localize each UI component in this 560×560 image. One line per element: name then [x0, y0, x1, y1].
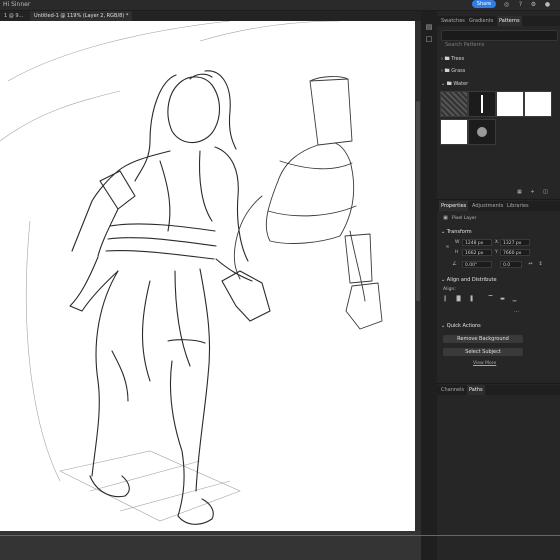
align-top-icon[interactable]: ▔: [487, 296, 494, 303]
app-top-bar: Hi Sinner Share ◎ ? ⚙ ●: [0, 0, 560, 11]
align-middle-icon[interactable]: ▬: [499, 296, 506, 303]
group-label-water: Water: [453, 81, 469, 87]
comments-icon[interactable]: □: [425, 35, 433, 43]
properties-panel-tabs: Properties Adjustments Libraries: [437, 201, 560, 211]
pattern-group-trees[interactable]: › 🖿 Trees: [441, 54, 464, 64]
y-field[interactable]: 7660 px: [500, 249, 530, 256]
layers-icon[interactable]: ▤: [425, 23, 433, 31]
add-icon[interactable]: +: [529, 189, 536, 196]
patterns-search-input[interactable]: Search Patterns: [441, 30, 558, 48]
bell-icon[interactable]: ◎: [503, 1, 510, 8]
flip-horizontal-icon[interactable]: ↔: [527, 261, 534, 268]
pattern-thumbnail-texture[interactable]: [440, 91, 468, 117]
remove-background-button[interactable]: Remove Background: [443, 335, 523, 343]
link-icon[interactable]: ∞: [444, 244, 451, 251]
width-field[interactable]: 1248 px: [462, 239, 492, 246]
tab-previous-document[interactable]: 1 @ 9...: [0, 11, 27, 21]
tab-swatches[interactable]: Swatches: [439, 16, 467, 26]
angle-field[interactable]: 0.00°: [462, 261, 492, 268]
sketch-drawing: [0, 21, 383, 525]
width-label: W: [455, 240, 460, 245]
angle-icon: ∠: [452, 261, 457, 267]
align-right-icon[interactable]: ▐: [467, 296, 474, 303]
pattern-thumbnail-white-3[interactable]: [440, 119, 468, 145]
chevron-right-icon: › 🖿: [441, 56, 452, 62]
tab-active-document[interactable]: Untitled-1 @ 119% (Layer 2, RGB/8) *: [30, 11, 133, 21]
panel-divider-bottom: [437, 383, 560, 384]
align-left-icon[interactable]: ▎: [443, 296, 450, 303]
select-subject-button[interactable]: Select Subject: [443, 348, 523, 356]
tab-paths[interactable]: Paths: [467, 385, 485, 395]
angle-secondary-field[interactable]: 0.0: [500, 261, 522, 268]
align-section-title[interactable]: ⌄ Align and Distribute: [441, 277, 497, 283]
align-label: Align:: [443, 287, 456, 292]
pattern-thumbnail-line[interactable]: [468, 91, 496, 117]
view-more-link[interactable]: View More: [473, 361, 496, 366]
y-label: Y: [495, 250, 498, 255]
more-options-icon[interactable]: …: [513, 308, 520, 315]
patterns-panel-tabs: Swatches Gradients Patterns: [437, 16, 560, 26]
transform-section-title[interactable]: ⌄ Transform: [441, 229, 472, 235]
scrollbar-thumb[interactable]: [416, 101, 420, 301]
pattern-group-grass[interactable]: › 🖿 Grass: [441, 66, 465, 76]
height-label: H: [455, 250, 459, 255]
x-field[interactable]: 1327 px: [500, 239, 530, 246]
tab-channels[interactable]: Channels: [439, 385, 466, 395]
tab-patterns[interactable]: Patterns: [497, 16, 522, 26]
settings-icon[interactable]: ⚙: [530, 1, 537, 8]
right-panel: Swatches Gradients Patterns Search Patte…: [437, 11, 560, 560]
align-title-text: Align and Distribute: [446, 277, 497, 283]
pattern-thumbnail-white-2[interactable]: [524, 91, 552, 117]
chevron-down-icon: ⌄ 🖿: [441, 81, 454, 87]
tab-gradients[interactable]: Gradients: [467, 16, 495, 26]
share-button[interactable]: Share: [472, 0, 496, 8]
document-tab-strip: 1 @ 9... Untitled-1 @ 119% (Layer 2, RGB…: [0, 11, 421, 21]
patterns-search-placeholder: Search Patterns: [445, 42, 485, 48]
quick-actions-title-text: Quick Actions: [446, 323, 481, 329]
tab-libraries[interactable]: Libraries: [505, 201, 531, 211]
x-label: X: [495, 240, 499, 245]
layer-type-label: Pixel Layer: [452, 216, 477, 221]
group-label-grass: Grass: [451, 68, 466, 74]
user-icon[interactable]: ●: [544, 1, 551, 8]
pattern-group-water[interactable]: ⌄ 🖿 Water: [441, 79, 468, 89]
align-center-icon[interactable]: █: [455, 296, 462, 303]
channels-panel-tabs: Channels Paths: [437, 385, 560, 395]
quick-actions-section-title[interactable]: ⌄ Quick Actions: [441, 323, 481, 329]
height-field[interactable]: 1662 px: [462, 249, 492, 256]
chevron-right-icon: › 🖿: [441, 68, 452, 74]
flip-vertical-icon[interactable]: ↕: [537, 261, 544, 268]
group-label-trees: Trees: [451, 56, 465, 62]
pixel-layer-icon: ▣: [443, 215, 448, 221]
panel-icon-rail: ▤ □: [421, 11, 438, 560]
pattern-thumbnail-white-1[interactable]: [496, 91, 524, 117]
guide-line: [0, 535, 560, 536]
folder-icon[interactable]: ▦: [516, 189, 523, 196]
app-title: Hi Sinner: [3, 1, 31, 8]
help-icon[interactable]: ?: [517, 1, 524, 8]
pattern-thumbnail-dot[interactable]: [468, 119, 496, 145]
drawing-canvas[interactable]: [0, 21, 415, 531]
align-bottom-icon[interactable]: ▁: [511, 296, 518, 303]
transform-title-text: Transform: [446, 229, 472, 235]
panel-divider: [437, 199, 560, 200]
tab-properties[interactable]: Properties: [439, 201, 469, 211]
tab-adjustments[interactable]: Adjustments: [470, 201, 505, 211]
trash-icon[interactable]: ◫: [542, 189, 549, 196]
